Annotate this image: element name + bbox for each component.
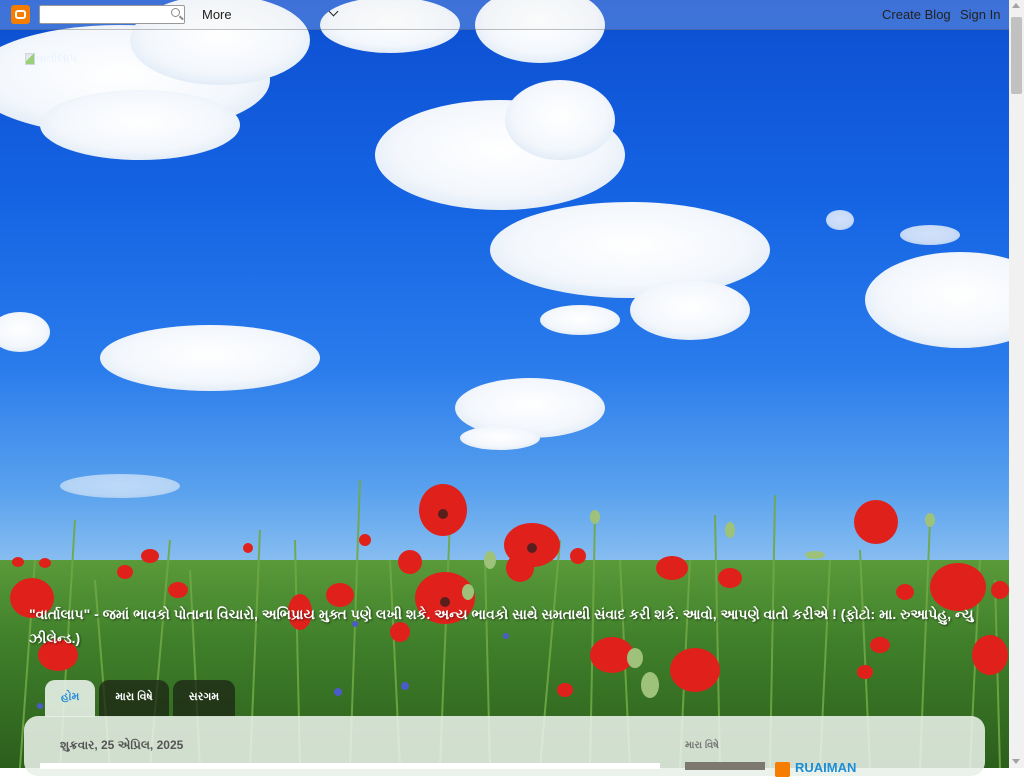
sidebar-profile-title: મારા વિષે [685,740,719,751]
sign-in-link[interactable]: Sign In [960,7,1000,22]
blogger-navbar: More Create Blog Sign In [0,0,1009,30]
search-icon[interactable] [171,8,180,17]
navbar-search-input[interactable] [39,5,185,24]
scroll-down-arrow-icon[interactable] [1012,759,1020,764]
create-blog-link[interactable]: Create Blog [882,7,951,22]
sky-and-poppies-illustration [0,0,1009,768]
scroll-up-arrow-icon[interactable] [1012,3,1020,8]
chevron-down-icon[interactable] [328,6,339,17]
page-tabs: હોમ મારા વિષે સરગમ [45,680,236,717]
tab-sargam[interactable]: સરગમ [172,680,236,717]
scrollbar-thumb[interactable] [1011,17,1022,94]
post-date-header: શુક્રવાર, 25 એપ્રિલ, 2025 [60,738,184,752]
header-background-photo [0,0,1009,768]
post-body [40,763,660,769]
tab-about-me[interactable]: મારા વિષે [99,680,169,717]
blogger-icon[interactable] [11,5,30,24]
blog-description: "વાર્તાલાપ" - જમાં ભાવકો પોતાના વિચારો, … [29,606,974,646]
blogger-profile-icon [775,762,790,777]
blog-header-image[interactable]: વાર્તાલાપ [25,51,77,66]
profile-photo[interactable] [685,762,765,770]
broken-image-icon [25,52,35,65]
vertical-scrollbar[interactable] [1009,0,1024,768]
tab-home[interactable]: હોમ [45,680,96,717]
header-image-alt-text: વાર્તાલાપ [36,51,78,65]
navbar-more-menu[interactable]: More [202,7,232,22]
